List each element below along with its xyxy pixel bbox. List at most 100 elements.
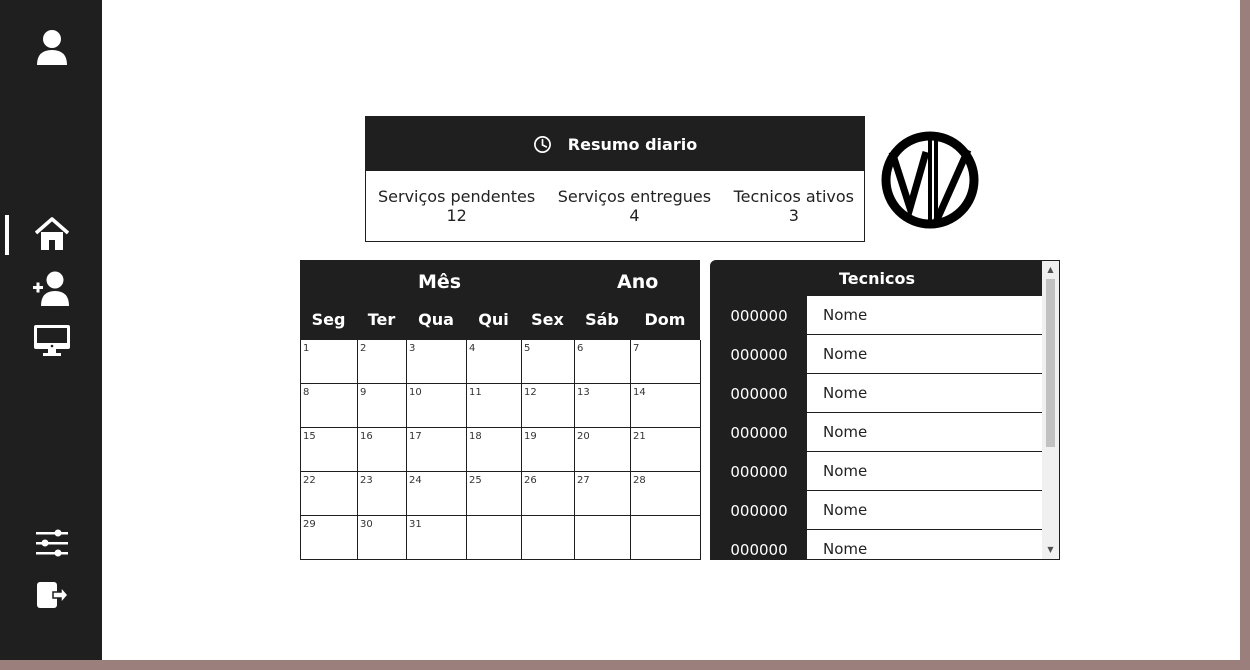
settings-button[interactable] — [30, 523, 74, 563]
summary-stats: Serviços pendentes 12 Serviços entregues… — [366, 171, 864, 225]
brand-logo — [881, 131, 979, 229]
calendar-header: Mês Ano Seg Ter Qua Qui Sex Sáb Dom — [300, 260, 700, 340]
home-icon — [34, 217, 70, 250]
day-cell[interactable]: 23 — [358, 472, 407, 516]
list-item[interactable]: 000000 Nome — [711, 530, 1043, 559]
summary-header: Resumo diario — [366, 117, 864, 171]
stat-label: Serviços pendentes — [378, 187, 536, 206]
day-cell[interactable]: 24 — [407, 472, 467, 516]
day-cell[interactable]: 8 — [301, 384, 358, 428]
day-cell[interactable]: 20 — [575, 428, 631, 472]
technician-id: 000000 — [730, 501, 788, 520]
stat-value: 12 — [446, 206, 467, 225]
weekday-label: Sex — [531, 310, 564, 329]
list-item[interactable]: 000000 Nome — [711, 491, 1043, 530]
technician-id: 000000 — [730, 384, 788, 403]
year-selector[interactable]: Ano — [617, 271, 658, 293]
stat-value: 3 — [788, 206, 799, 225]
technician-name: Nome — [807, 335, 1043, 374]
summary-title: Resumo diario — [567, 134, 698, 154]
active-indicator — [5, 215, 9, 255]
technician-id: 000000 — [730, 462, 788, 481]
sliders-icon — [36, 529, 68, 557]
list-item[interactable]: 000000 Nome — [711, 452, 1043, 491]
day-cell[interactable]: 14 — [631, 384, 701, 428]
technician-id: 000000 — [730, 540, 788, 559]
technician-name: Nome — [807, 296, 1043, 335]
day-cell[interactable]: 11 — [467, 384, 522, 428]
profile-button[interactable] — [30, 27, 74, 67]
day-cell[interactable]: 31 — [407, 516, 467, 560]
weekday-label: Dom — [644, 310, 686, 329]
day-cell[interactable]: 22 — [301, 472, 358, 516]
day-cell[interactable]: 9 — [358, 384, 407, 428]
day-cell[interactable]: 15 — [301, 428, 358, 472]
day-cell[interactable]: 10 — [407, 384, 467, 428]
list-item[interactable]: 000000 Nome — [711, 413, 1043, 452]
technician-id: 000000 — [730, 345, 788, 364]
stat-label: Serviços entregues — [557, 187, 712, 206]
technician-name: Nome — [807, 452, 1043, 491]
weekday-row: Seg Ter Qua Qui Sex Sáb Dom — [300, 310, 700, 329]
weekday-label: Seg — [311, 310, 346, 329]
logout-button[interactable] — [30, 575, 74, 615]
monitor-button[interactable] — [30, 320, 74, 360]
add-user-button[interactable] — [30, 268, 74, 308]
weekday-label: Qui — [478, 310, 509, 329]
technicians-panel: Tecnicos 000000 Nome 000000 Nome 000000 … — [710, 260, 1060, 560]
day-cell[interactable]: 25 — [467, 472, 522, 516]
day-cell[interactable]: 5 — [522, 340, 575, 384]
list-item[interactable]: 000000 Nome — [711, 335, 1043, 374]
technician-name: Nome — [807, 413, 1043, 452]
weekday-label: Ter — [367, 310, 396, 329]
stat-delivered: Serviços entregues 4 — [558, 187, 711, 225]
day-cell[interactable] — [467, 516, 522, 560]
user-icon — [37, 30, 67, 65]
day-cell[interactable]: 19 — [522, 428, 575, 472]
app-window: Resumo diario Serviços pendentes 12 Serv… — [0, 0, 1240, 660]
technician-id: 000000 — [730, 306, 788, 325]
stat-label: Tecnicos ativos — [733, 187, 854, 206]
weekday-label: Qua — [418, 310, 454, 329]
monitor-icon — [34, 325, 70, 356]
day-cell[interactable]: 26 — [522, 472, 575, 516]
day-cell[interactable]: 29 — [301, 516, 358, 560]
month-selector[interactable]: Mês — [418, 271, 461, 293]
user-plus-icon — [33, 271, 69, 306]
technicians-scrollbar[interactable]: ▲ ▼ — [1042, 261, 1059, 559]
technician-name: Nome — [807, 374, 1043, 413]
clock-icon — [533, 135, 551, 153]
day-cell[interactable]: 2 — [358, 340, 407, 384]
day-cell[interactable]: 17 — [407, 428, 467, 472]
day-cell[interactable]: 18 — [467, 428, 522, 472]
weekday-label: Sáb — [585, 310, 619, 329]
scroll-up-arrow-icon[interactable]: ▲ — [1042, 263, 1059, 277]
day-cell[interactable]: 27 — [575, 472, 631, 516]
day-cell[interactable]: 28 — [631, 472, 701, 516]
day-cell[interactable] — [522, 516, 575, 560]
day-cell[interactable]: 7 — [631, 340, 701, 384]
day-cell[interactable]: 30 — [358, 516, 407, 560]
day-cell[interactable]: 1 — [301, 340, 358, 384]
day-cell[interactable]: 21 — [631, 428, 701, 472]
stat-pending: Serviços pendentes 12 — [378, 187, 535, 225]
day-cell[interactable] — [575, 516, 631, 560]
day-cell[interactable]: 3 — [407, 340, 467, 384]
day-cell[interactable]: 4 — [467, 340, 522, 384]
calendar-grid: 1 2 3 4 5 6 7 8 9 10 11 12 13 14 15 16 1… — [300, 340, 701, 560]
stat-active-technicians: Tecnicos ativos 3 — [734, 187, 854, 225]
technician-name: Nome — [807, 530, 1043, 559]
day-cell[interactable]: 13 — [575, 384, 631, 428]
sidebar — [0, 0, 102, 660]
list-item[interactable]: 000000 Nome — [711, 374, 1043, 413]
day-cell[interactable] — [631, 516, 701, 560]
home-button[interactable] — [30, 214, 74, 254]
scroll-down-arrow-icon[interactable]: ▼ — [1042, 543, 1059, 557]
day-cell[interactable]: 16 — [358, 428, 407, 472]
scroll-thumb[interactable] — [1046, 279, 1055, 447]
technician-id: 000000 — [730, 423, 788, 442]
stat-value: 4 — [629, 206, 640, 225]
day-cell[interactable]: 12 — [522, 384, 575, 428]
list-item[interactable]: 000000 Nome — [711, 296, 1043, 335]
day-cell[interactable]: 6 — [575, 340, 631, 384]
